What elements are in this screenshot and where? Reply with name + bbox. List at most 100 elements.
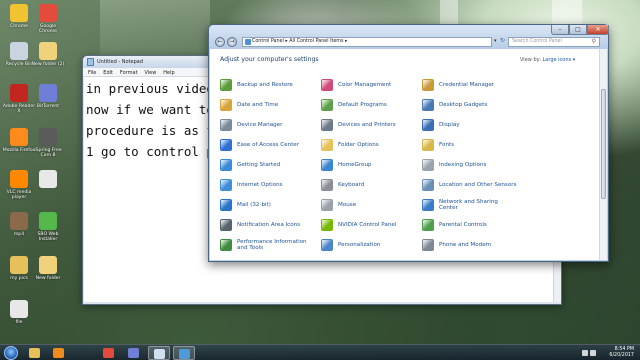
control-panel-item[interactable]: Device Manager	[220, 119, 316, 131]
taskbar-control-panel-button[interactable]	[173, 346, 195, 360]
desktop-icon[interactable]: BitTorrent	[31, 84, 65, 109]
bittorrent-icon	[128, 348, 139, 358]
control-panel-item[interactable]: Parental Controls	[422, 219, 518, 231]
control-panel-item[interactable]: Display	[422, 119, 518, 131]
back-button[interactable]: ←	[215, 37, 225, 47]
control-panel-item[interactable]: Indexing Options	[422, 159, 518, 171]
desktop-icon[interactable]: New folder (2)	[31, 42, 65, 67]
desktop-icon-label: SBO Web Installer	[37, 232, 59, 242]
control-panel-item[interactable]: Credential Manager	[422, 79, 518, 91]
printer-icon	[321, 119, 333, 131]
taskbar-media-player-button[interactable]	[48, 346, 70, 360]
control-panel-window[interactable]: – □ ✕ ← → Control Panel ▸ All Control Pa…	[208, 24, 609, 262]
control-panel-item-label: Indexing Options	[439, 161, 487, 168]
maximize-button[interactable]: □	[569, 25, 587, 35]
phone-icon	[422, 239, 434, 251]
control-panel-item-label: Phone and Modem	[439, 241, 492, 248]
media-player-icon	[53, 348, 64, 358]
control-panel-item-label: HomeGroup	[338, 161, 372, 168]
control-panel-item[interactable]: Devices and Printers	[321, 119, 417, 131]
close-button[interactable]: ✕	[587, 25, 609, 35]
menu-edit[interactable]: Edit	[103, 70, 113, 76]
menu-format[interactable]: Format	[120, 70, 138, 76]
control-panel-item[interactable]: Keyboard	[321, 179, 417, 191]
control-panel-item-label: Getting Started	[237, 161, 281, 168]
control-panel-item[interactable]: Phone and Modem	[422, 239, 518, 251]
sensors-icon	[422, 179, 434, 191]
desktop-icon-image	[39, 128, 57, 146]
search-placeholder: Search Control Panel	[512, 39, 562, 44]
parental-controls-icon	[422, 219, 434, 231]
desktop-icon-image	[39, 84, 57, 102]
control-panel-item[interactable]: HomeGroup	[321, 159, 417, 171]
breadcrumb[interactable]: Control Panel ▸ All Control Panel Items …	[252, 39, 347, 44]
network-icon	[422, 199, 434, 212]
control-panel-item[interactable]: Color Management	[321, 79, 417, 91]
chevron-down-icon[interactable]: ▾	[494, 38, 497, 44]
control-panel-item-label: Ease of Access Center	[237, 141, 300, 148]
taskbar-notepad-button[interactable]	[148, 346, 170, 360]
volume-tray-icon[interactable]	[590, 350, 596, 356]
minimize-button[interactable]: –	[551, 25, 569, 35]
start-button[interactable]	[4, 346, 18, 360]
desktop-icon-label: New folder (2)	[31, 62, 65, 67]
view-by-dropdown[interactable]: Large icons ▾	[543, 57, 576, 63]
control-panel-item[interactable]: Date and Time	[220, 99, 316, 111]
taskbar-explorer-button[interactable]	[24, 346, 46, 360]
control-panel-item[interactable]: Internet Options	[220, 179, 316, 191]
network-tray-icon[interactable]	[582, 350, 588, 356]
control-panel-item-label: Personalization	[338, 241, 381, 248]
desktop-icon-image	[10, 4, 28, 22]
address-icon	[245, 39, 251, 45]
control-panel-item[interactable]: NVIDIA Control Panel	[321, 219, 417, 231]
control-panel-item-label: Default Programs	[338, 101, 387, 108]
color-management-icon	[321, 79, 333, 91]
search-input[interactable]: Search Control Panel ⚲	[508, 37, 600, 47]
control-panel-item[interactable]: Backup and Restore	[220, 79, 316, 91]
gadgets-icon	[422, 99, 434, 111]
clock-date: 6/20/2017	[609, 353, 634, 358]
control-panel-item[interactable]: Getting Started	[220, 159, 316, 171]
taskbar-bittorrent-button[interactable]	[123, 346, 145, 360]
desktop-icon[interactable]: iSpring Free Cam 8	[31, 128, 65, 158]
desktop-icon-label: BitTorrent	[36, 104, 60, 109]
control-panel-item[interactable]: Desktop Gadgets	[422, 99, 518, 111]
control-panel-item[interactable]: Ease of Access Center	[220, 139, 316, 151]
view-by[interactable]: View by: Large icons ▾	[520, 57, 575, 63]
control-panel-scrollbar[interactable]	[599, 49, 607, 260]
menu-view[interactable]: View	[144, 70, 156, 76]
scrollbar-thumb[interactable]	[601, 89, 606, 199]
taskbar: 8:54 PM 6/20/2017	[0, 344, 640, 360]
control-panel-item-label: Performance Information and Tools	[237, 239, 307, 252]
clock[interactable]: 8:54 PM 6/20/2017	[609, 347, 634, 359]
control-panel-item[interactable]: Notification Area Icons	[220, 219, 316, 231]
control-panel-item[interactable]: Fonts	[422, 139, 518, 151]
control-panel-item-label: Backup and Restore	[237, 81, 293, 88]
desktop-icon[interactable]: Google Chrome	[31, 4, 65, 34]
desktop-icon[interactable]	[31, 170, 65, 190]
control-panel-item[interactable]: Personalization	[321, 239, 417, 251]
search-icon: ⚲	[591, 38, 596, 45]
control-panel-item-label: Date and Time	[237, 101, 279, 108]
desktop-icon[interactable]: SBO Web Installer	[31, 212, 65, 242]
desktop-icon[interactable]: file	[2, 300, 36, 325]
control-panel-item-label: Fonts	[439, 141, 455, 148]
control-panel-item[interactable]: Folder Options	[321, 139, 417, 151]
menu-file[interactable]: File	[88, 70, 96, 76]
control-panel-item[interactable]: Performance Information and Tools	[220, 239, 316, 252]
indexing-icon	[422, 159, 434, 171]
menu-help[interactable]: Help	[163, 70, 174, 76]
desktop-icon[interactable]: New folder	[31, 256, 65, 281]
taskbar-chrome-button[interactable]	[98, 346, 120, 360]
control-panel-item[interactable]: Mouse	[321, 199, 417, 211]
control-panel-item[interactable]: Location and Other Sensors	[422, 179, 518, 191]
address-bar[interactable]: Control Panel ▸ All Control Panel Items …	[242, 37, 492, 47]
control-panel-item[interactable]: Mail (32-bit)	[220, 199, 316, 211]
forward-button[interactable]: →	[227, 37, 237, 47]
control-panel-item-label: Devices and Printers	[338, 121, 396, 128]
refresh-icon[interactable]: ↻	[500, 37, 505, 44]
control-panel-item[interactable]: Network and Sharing Center	[422, 199, 518, 212]
notepad-icon	[87, 58, 94, 66]
control-panel-item[interactable]: Default Programs	[321, 99, 417, 111]
desktop-icon-label: Google Chrome	[38, 24, 58, 34]
